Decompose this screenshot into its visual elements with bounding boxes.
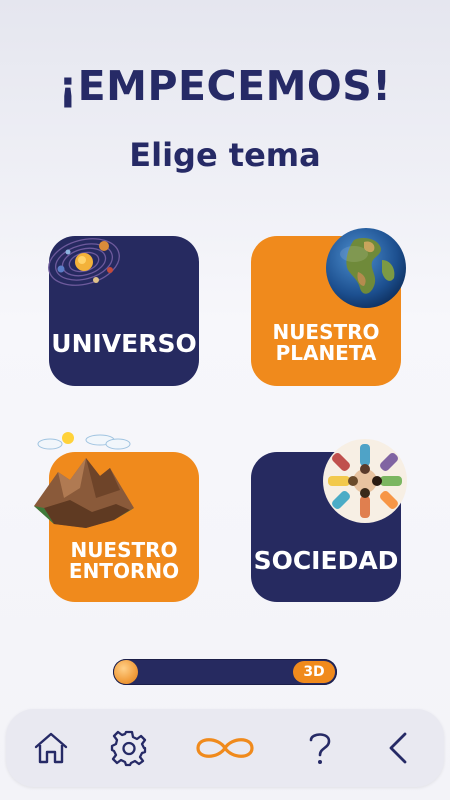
page-subtitle: Elige tema [129,136,321,174]
help-button[interactable] [290,709,350,787]
gear-icon [110,730,147,767]
topic-label-entorno-line1: NUESTRO [70,538,178,562]
infinite-mode-button[interactable] [187,709,263,787]
topic-label-universo: UNIVERSO [51,329,197,358]
back-button[interactable] [368,709,428,787]
people-circle-icon [323,439,407,523]
topic-label-planeta-line2: PLANETA [275,341,377,365]
settings-button[interactable] [99,709,159,787]
view-mode-toggle[interactable]: 3D [113,659,337,685]
home-icon [34,732,68,764]
back-icon [389,732,407,764]
home-button[interactable] [21,709,81,787]
infinity-icon [196,738,254,758]
solar-system-icon [48,238,120,286]
topic-label-entorno-line2: ENTORNO [68,559,180,583]
page-title: ¡EMPECEMOS! [58,62,392,110]
bottom-navbar [6,709,444,787]
mountain-landscape-icon [34,432,134,528]
topic-label-sociedad: SOCIEDAD [253,546,399,575]
topic-label-planeta-line1: NUESTRO [272,320,380,344]
earth-globe-icon [326,228,406,308]
toggle-knob[interactable] [114,660,138,684]
toggle-3d-badge: 3D [293,661,335,683]
help-icon [309,733,331,764]
